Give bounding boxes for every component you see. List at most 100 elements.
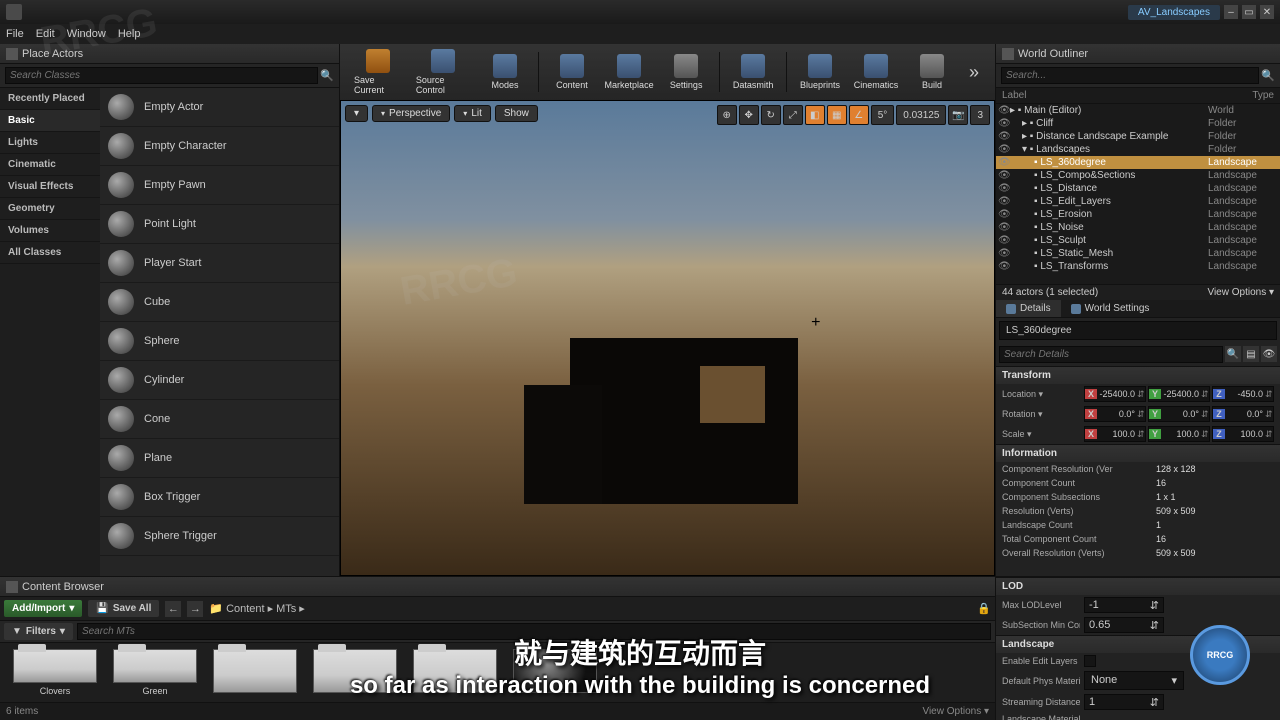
outliner-row[interactable]: 👁▸ ▪ Distance Landscape ExampleFolder bbox=[996, 130, 1280, 143]
breadcrumb-item[interactable]: MTs bbox=[276, 603, 296, 615]
search-icon[interactable]: 🔍 bbox=[320, 69, 334, 83]
world-outliner-header[interactable]: World Outliner bbox=[996, 44, 1280, 64]
actor-item[interactable]: Cube bbox=[100, 283, 339, 322]
actor-category-item[interactable]: All Classes bbox=[0, 242, 100, 264]
visibility-eye-icon[interactable]: 👁 bbox=[998, 209, 1010, 220]
outliner-row[interactable]: 👁▪ LS_360degreeLandscape bbox=[996, 156, 1280, 169]
grid-step-value[interactable]: 0.03125 bbox=[896, 105, 946, 125]
scale-y-input[interactable]: Y100.0⇵ bbox=[1148, 426, 1210, 442]
outliner-row[interactable]: 👁▾ ▪ LandscapesFolder bbox=[996, 143, 1280, 156]
visibility-eye-icon[interactable]: 👁 bbox=[998, 105, 1010, 116]
gizmo-select-icon[interactable]: ⊕ bbox=[717, 105, 737, 125]
content-item[interactable]: Green bbox=[110, 649, 200, 696]
lock-icon[interactable]: 🔒 bbox=[977, 602, 991, 615]
visibility-eye-icon[interactable]: 👁 bbox=[998, 131, 1010, 142]
outliner-row[interactable]: 👁▪ LS_TransformsLandscape bbox=[996, 260, 1280, 273]
toolbar-build-button[interactable]: Build bbox=[905, 52, 959, 92]
actor-category-item[interactable]: Visual Effects bbox=[0, 176, 100, 198]
actor-item[interactable]: Plane bbox=[100, 439, 339, 478]
visibility-eye-icon[interactable]: 👁 bbox=[998, 196, 1010, 207]
actor-category-item[interactable]: Geometry bbox=[0, 198, 100, 220]
menu-window[interactable]: Window bbox=[67, 28, 106, 40]
toolbar-marketplace-button[interactable]: Marketplace bbox=[601, 52, 657, 92]
visibility-eye-icon[interactable]: 👁 bbox=[998, 157, 1010, 168]
content-item[interactable] bbox=[410, 649, 500, 696]
folder-icon[interactable]: 📁 bbox=[209, 602, 223, 615]
search-icon[interactable]: 🔍 bbox=[1225, 346, 1241, 362]
actor-item[interactable]: Point Light bbox=[100, 205, 339, 244]
outliner-col-label[interactable]: Label bbox=[1002, 90, 1252, 101]
place-actors-search-input[interactable] bbox=[5, 67, 318, 84]
actor-category-item[interactable]: Recently Placed bbox=[0, 88, 100, 110]
snap-angle-value[interactable]: 5° bbox=[871, 105, 895, 125]
streaming-distance-spinner[interactable]: 1⇵ bbox=[1084, 694, 1164, 710]
gizmo-scale-icon[interactable]: ⤢ bbox=[783, 105, 803, 125]
content-browser-header[interactable]: Content Browser bbox=[0, 577, 995, 597]
enable-edit-layers-checkbox[interactable] bbox=[1084, 655, 1096, 667]
toolbar-content-button[interactable]: Content bbox=[545, 52, 599, 92]
default-phys-material-dropdown[interactable]: None▾ bbox=[1084, 671, 1184, 690]
visibility-eye-icon[interactable]: 👁 bbox=[998, 118, 1010, 129]
actor-item[interactable]: Cone bbox=[100, 400, 339, 439]
viewport-lit-button[interactable]: ▾Lit bbox=[454, 105, 491, 122]
toolbar-blueprints-button[interactable]: Blueprints bbox=[793, 52, 847, 92]
outliner-row[interactable]: 👁▸ ▪ Main (Editor)World bbox=[996, 104, 1280, 117]
menu-edit[interactable]: Edit bbox=[36, 28, 55, 40]
viewport-show-button[interactable]: Show bbox=[495, 105, 538, 122]
toolbar-settings-button[interactable]: Settings bbox=[659, 52, 713, 92]
location-y-input[interactable]: Y-25400.0⇵ bbox=[1148, 386, 1210, 402]
nav-back-button[interactable]: ← bbox=[165, 601, 181, 617]
gizmo-translate-icon[interactable]: ✥ bbox=[739, 105, 759, 125]
maximize-button[interactable]: ▭ bbox=[1242, 5, 1256, 19]
content-item[interactable] bbox=[510, 649, 600, 696]
outliner-search-input[interactable] bbox=[1001, 67, 1259, 84]
rotation-z-input[interactable]: Z0.0°⇵ bbox=[1212, 406, 1274, 422]
content-search-input[interactable] bbox=[77, 623, 991, 640]
selected-actor-name[interactable]: LS_360degree bbox=[999, 321, 1277, 340]
property-matrix-icon[interactable]: ▤ bbox=[1243, 346, 1259, 362]
toolbar-save-current-button[interactable]: Save Current bbox=[348, 47, 408, 97]
outliner-row[interactable]: 👁▪ LS_SculptLandscape bbox=[996, 234, 1280, 247]
camera-speed-value[interactable]: 3 bbox=[970, 105, 990, 125]
breadcrumb-item[interactable]: Content bbox=[226, 603, 265, 615]
menu-file[interactable]: File bbox=[6, 28, 24, 40]
visibility-eye-icon[interactable]: 👁 bbox=[998, 170, 1010, 181]
toolbar-modes-button[interactable]: Modes bbox=[478, 52, 532, 92]
actor-item[interactable]: Player Start bbox=[100, 244, 339, 283]
toolbar-source-control-button[interactable]: Source Control bbox=[410, 47, 476, 97]
outliner-row[interactable]: 👁▪ LS_DistanceLandscape bbox=[996, 182, 1280, 195]
actor-item[interactable]: Cylinder bbox=[100, 361, 339, 400]
minimize-button[interactable]: – bbox=[1224, 5, 1238, 19]
outliner-tree[interactable]: 👁▸ ▪ Main (Editor)World👁▸ ▪ CliffFolder👁… bbox=[996, 104, 1280, 284]
viewport-perspective-button[interactable]: ▾Perspective bbox=[372, 105, 450, 122]
section-transform[interactable]: Transform bbox=[996, 366, 1280, 384]
tab-world-settings[interactable]: World Settings bbox=[1061, 300, 1160, 317]
max-lod-spinner[interactable]: -1⇵ bbox=[1084, 597, 1164, 613]
details-search-input[interactable] bbox=[999, 346, 1223, 363]
visibility-eye-icon[interactable]: 👁 bbox=[998, 222, 1010, 233]
actor-item[interactable]: Box Trigger bbox=[100, 478, 339, 517]
actor-item[interactable]: Sphere Trigger bbox=[100, 517, 339, 556]
actor-category-item[interactable]: Basic bbox=[0, 110, 100, 132]
scale-z-input[interactable]: Z100.0⇵ bbox=[1212, 426, 1274, 442]
outliner-row[interactable]: 👁▪ LS_Compo&SectionsLandscape bbox=[996, 169, 1280, 182]
actor-item[interactable]: Sphere bbox=[100, 322, 339, 361]
outliner-row[interactable]: 👁▪ LS_Edit_LayersLandscape bbox=[996, 195, 1280, 208]
actor-category-item[interactable]: Volumes bbox=[0, 220, 100, 242]
content-item[interactable] bbox=[310, 649, 400, 696]
add-import-button[interactable]: Add/Import▾ bbox=[4, 600, 82, 617]
section-information[interactable]: Information bbox=[996, 444, 1280, 462]
tab-details[interactable]: Details bbox=[996, 300, 1061, 317]
camera-speed-icon[interactable]: 📷 bbox=[948, 105, 968, 125]
visibility-eye-icon[interactable]: 👁 bbox=[998, 235, 1010, 246]
actor-item[interactable]: Empty Actor bbox=[100, 88, 339, 127]
toolbar-cinematics-button[interactable]: Cinematics bbox=[849, 52, 903, 92]
actor-category-item[interactable]: Lights bbox=[0, 132, 100, 154]
place-actors-header[interactable]: Place Actors bbox=[0, 44, 339, 64]
visibility-eye-icon[interactable]: 👁 bbox=[998, 261, 1010, 272]
outliner-row[interactable]: 👁▪ LS_Static_MeshLandscape bbox=[996, 247, 1280, 260]
viewport[interactable]: + ▾ ▾Perspective ▾Lit Show ⊕ ✥ ↻ ⤢ ◧ ▦ ∠… bbox=[340, 100, 995, 576]
location-z-input[interactable]: Z-450.0⇵ bbox=[1212, 386, 1274, 402]
actor-item[interactable]: Empty Character bbox=[100, 127, 339, 166]
content-item[interactable]: Clovers bbox=[10, 649, 100, 696]
